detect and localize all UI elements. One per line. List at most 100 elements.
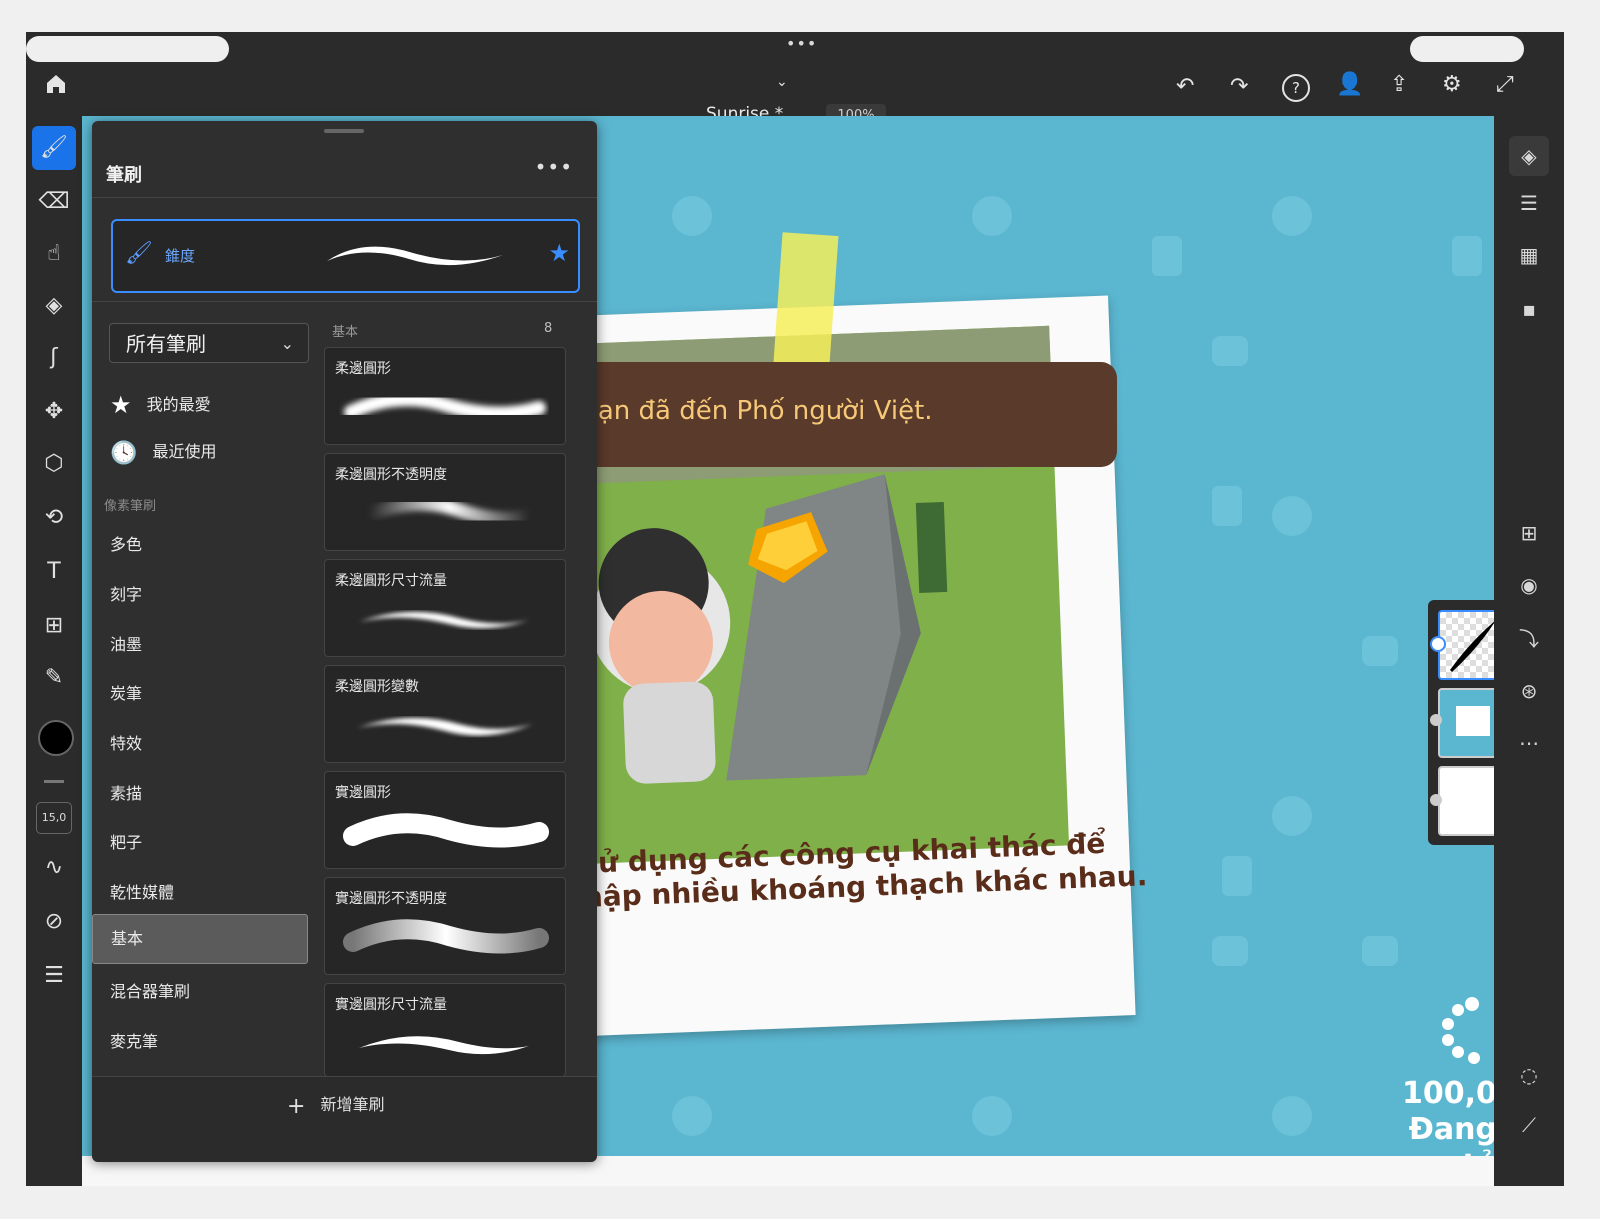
- redo-icon[interactable]: ↷: [1230, 74, 1248, 99]
- eraser-tool-icon[interactable]: ⌫: [32, 180, 76, 224]
- brush-name: 柔邊圓形變數: [335, 679, 419, 695]
- brush-name: 實邊圓形尺寸流量: [335, 997, 447, 1013]
- current-brush[interactable]: 🖌 錐度 ★: [111, 219, 580, 293]
- banner-text: Bạn đã đến Phố người Việt.: [580, 396, 933, 426]
- layer-thumb-image[interactable]: [1438, 688, 1494, 758]
- left-status-pill: [26, 36, 229, 62]
- chevron-down-icon[interactable]: ⌄: [776, 74, 788, 90]
- brush-card[interactable]: 柔邊圓形不透明度: [324, 453, 566, 551]
- image-layer-icon: [1430, 794, 1442, 806]
- share-icon[interactable]: ⇪: [1390, 72, 1408, 97]
- ruler-icon[interactable]: ⟋: [1516, 1112, 1542, 1138]
- layers-icon[interactable]: ◈: [1509, 136, 1549, 176]
- add-image-icon[interactable]: ⊞: [32, 604, 76, 648]
- move-tool-icon[interactable]: ✥: [32, 390, 76, 434]
- plus-icon: +: [287, 1094, 306, 1119]
- eyedropper-tool-icon[interactable]: ✎: [32, 656, 76, 700]
- layer-image-preview: [1456, 706, 1490, 736]
- current-brush-stroke-preview: [327, 246, 503, 266]
- category-item[interactable]: 炭筆: [110, 680, 142, 704]
- category-item[interactable]: 刻字: [110, 581, 142, 605]
- brush-size-value[interactable]: 15,0: [36, 802, 72, 834]
- brush-settings-icon[interactable]: ☰: [32, 954, 76, 998]
- panel-more-icon[interactable]: •••: [535, 155, 573, 179]
- favorite-star-icon[interactable]: ★: [548, 239, 570, 267]
- clock-icon: 🕓: [110, 441, 138, 466]
- brush-card[interactable]: 柔邊圓形變數: [324, 665, 566, 763]
- app-header: Sunrise * ⌄ 100% ↶ ↷ ? 👤 ⇪ ⚙ ⤢: [26, 62, 1564, 128]
- blend-mode-icon[interactable]: ⊛: [1516, 678, 1542, 704]
- category-item[interactable]: 混合器筆刷: [110, 978, 190, 1002]
- system-top-bar: •••: [26, 32, 1564, 62]
- brush-card[interactable]: 實邊圓形: [324, 771, 566, 869]
- right-toolbar: ◈ ☰ ▦ ▪ ⊞ ◉ ⤵ ⊛ ⋯ ◌ ⟋: [1494, 116, 1564, 1186]
- section-header: 像素筆刷: [104, 499, 157, 514]
- active-layer-indicator-icon: [1430, 636, 1446, 652]
- category-item[interactable]: 乾性媒體: [110, 879, 174, 903]
- category-item[interactable]: 粑子: [110, 829, 142, 853]
- loading-value: 100,0: [1402, 1076, 1494, 1111]
- comments-icon[interactable]: ▪: [1516, 296, 1542, 322]
- category-item[interactable]: 特效: [110, 730, 142, 754]
- recent-item[interactable]: 🕓 最近使用: [110, 441, 217, 466]
- favorites-label: 我的最愛: [146, 395, 211, 414]
- undo-icon[interactable]: ↶: [1176, 74, 1194, 99]
- layers-thumbnail-panel: [1428, 600, 1494, 845]
- image-layer-icon: [1430, 714, 1442, 726]
- stroke-smoothing-icon[interactable]: ∿: [32, 846, 76, 890]
- multitask-dots-icon[interactable]: •••: [786, 34, 817, 53]
- current-brush-name: 錐度: [165, 247, 196, 265]
- category-item[interactable]: 油墨: [110, 631, 142, 655]
- more-options-icon[interactable]: ⋯: [1516, 730, 1542, 756]
- visibility-eye-icon[interactable]: ◉: [1516, 572, 1542, 598]
- size-slider-handle[interactable]: [44, 780, 64, 783]
- add-brush-button[interactable]: + 新增筆刷: [287, 1094, 385, 1119]
- pressure-icon[interactable]: ⊘: [32, 900, 76, 944]
- chevron-down-icon: ⌄: [280, 334, 294, 353]
- brush-stroke-preview: [357, 717, 533, 736]
- category-item-selected[interactable]: 基本: [92, 914, 308, 964]
- fullscreen-icon[interactable]: ⤢: [1496, 72, 1514, 97]
- text-tool-icon[interactable]: T: [32, 550, 76, 594]
- brush-stroke-preview: [366, 496, 531, 526]
- category-item[interactable]: 多色: [110, 531, 142, 555]
- left-toolbar: 🖌 ⌫ ☝ ◈ ʃ ✥ ⬡ ⟲ T ⊞ ✎ 15,0 ∿ ⊘ ☰: [26, 116, 82, 1186]
- color-swatch[interactable]: [38, 720, 74, 756]
- rotate-tool-icon[interactable]: ⟲: [32, 496, 76, 540]
- help-icon[interactable]: ?: [1282, 74, 1310, 102]
- merge-layer-icon[interactable]: ⤵: [1516, 626, 1542, 652]
- layer-thumb-stroke[interactable]: [1438, 610, 1494, 680]
- transform-tool-icon[interactable]: ⬡: [32, 442, 76, 486]
- brush-card[interactable]: 實邊圓形不透明度: [324, 877, 566, 975]
- smudge-tool-icon[interactable]: ☝: [32, 232, 76, 276]
- divider: [92, 197, 597, 198]
- fill-tool-icon[interactable]: ◈: [32, 284, 76, 328]
- panel-drag-handle[interactable]: [324, 129, 364, 133]
- lasso-tool-icon[interactable]: ʃ: [32, 336, 76, 380]
- notification-banner: Bạn đã đến Phố người Việt.: [562, 362, 1117, 467]
- settings-gear-icon[interactable]: ⚙: [1442, 72, 1462, 97]
- brush-icon: 🖌: [125, 241, 153, 266]
- brush-stroke-preview: [343, 813, 549, 848]
- brush-card[interactable]: 柔邊圓形尺寸流量: [324, 559, 566, 657]
- brush-name: 實邊圓形: [335, 785, 391, 801]
- shapes-icon[interactable]: ◌: [1516, 1062, 1542, 1088]
- category-item[interactable]: 麥克筆: [110, 1028, 158, 1052]
- brush-card[interactable]: 柔邊圓形: [324, 347, 566, 445]
- add-brush-label: 新增筆刷: [320, 1095, 385, 1114]
- brush-category-dropdown[interactable]: 所有筆刷 ⌄: [109, 323, 309, 363]
- brush-group-count: 8: [544, 321, 553, 336]
- add-layer-icon[interactable]: ⊞: [1516, 520, 1542, 546]
- adjustments-icon[interactable]: ☰: [1516, 190, 1542, 216]
- brush-tool-icon[interactable]: 🖌: [32, 126, 76, 170]
- loading-spinner-icon: [1432, 996, 1492, 1070]
- layer-thumb-blank[interactable]: [1438, 766, 1494, 836]
- invite-user-icon[interactable]: 👤: [1336, 72, 1363, 97]
- favorites-item[interactable]: ★ 我的最愛: [110, 391, 211, 419]
- brush-card[interactable]: 實邊圓形尺寸流量: [324, 983, 566, 1077]
- dropdown-value: 所有筆刷: [126, 332, 206, 356]
- tape-strip: [773, 232, 839, 366]
- home-icon[interactable]: [42, 72, 70, 100]
- category-item[interactable]: 素描: [110, 780, 142, 804]
- grid-icon[interactable]: ▦: [1516, 242, 1542, 268]
